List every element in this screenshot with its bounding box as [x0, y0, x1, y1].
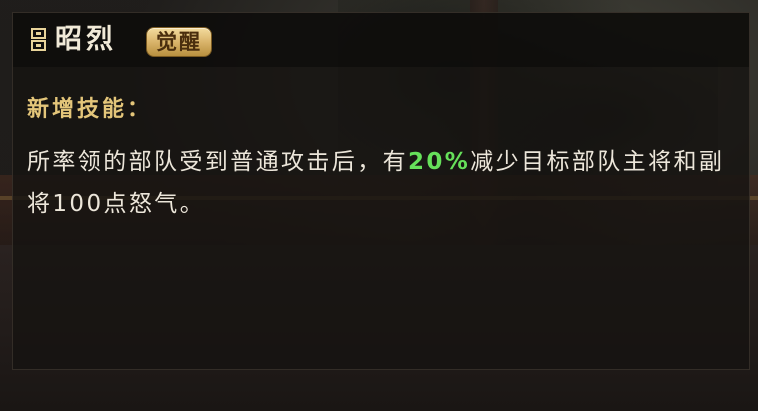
hero-name: 昭烈 [55, 24, 117, 55]
skill-chance-value: 20% [408, 149, 471, 175]
game-scene: 昭烈 觉醒 新增技能： 所率领的部队受到普通攻击后，有20%减少目标部队主将和副… [0, 0, 758, 411]
tooltip-header: 昭烈 觉醒 [13, 13, 749, 67]
skill-description: 所率领的部队受到普通攻击后，有20%减少目标部队主将和副将100点怒气。 [27, 141, 737, 225]
section-label: 新增技能： [27, 97, 153, 122]
awaken-badge: 觉醒 [146, 27, 212, 57]
hero-sigil-icon [31, 28, 46, 51]
skill-description-part1: 所率领的部队受到普通攻击后，有 [27, 149, 408, 175]
skill-tooltip-panel: 昭烈 觉醒 新增技能： 所率领的部队受到普通攻击后，有20%减少目标部队主将和副… [12, 12, 750, 370]
